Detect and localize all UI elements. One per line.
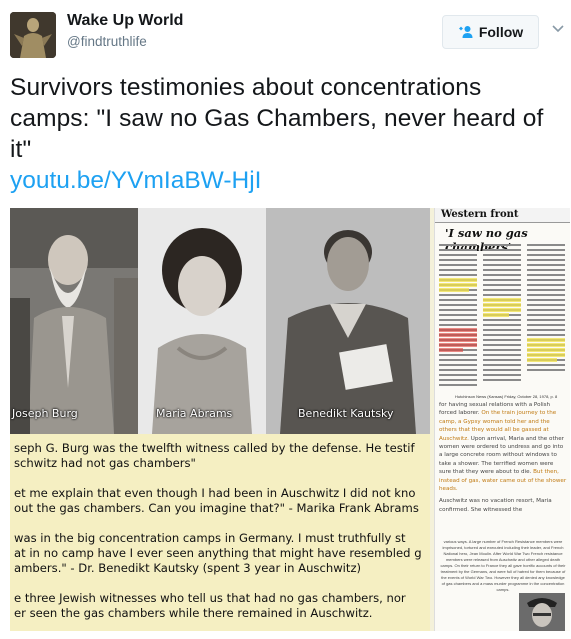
quote-line: e three Jewish witnesses who tell us tha… [14,591,406,606]
add-user-icon [459,26,473,38]
caption-joseph-burg: Joseph Burg [12,407,78,420]
user-handle[interactable]: @findtruthlife [67,34,147,49]
quotes-panel: seph G. Burg was the twelfth witness cal… [10,434,430,631]
follow-button[interactable]: Follow [442,15,539,49]
article-section: Western front [441,209,519,220]
quote-line: seph G. Burg was the twelfth witness cal… [14,441,415,455]
more-options-chevron-icon[interactable] [552,24,564,34]
quote-line: er seen the gas chambers while there rem… [14,605,373,620]
caption-maria-abrams: Maria Abrams [156,407,233,420]
caption-benedikt-kautsky: Benedikt Kautsky [298,407,394,420]
article-header-bar: Western front [435,208,570,223]
quote-line: out the gas chambers. Can you imagine th… [14,500,419,515]
quote-line: schwitz had not gas chambers" [14,455,196,470]
quote-line: at in no camp have I ever seen anything … [14,545,422,560]
newspaper-columns-graphic [439,244,565,386]
article-text: Auschwitz was no vacation resort, Maria … [439,498,552,513]
display-name[interactable]: Wake Up World [67,12,183,30]
avatar[interactable] [10,12,56,58]
photo-benedikt-kautsky: Benedikt Kautsky [266,208,430,434]
article-footnote: various ways. A large number of French R… [440,539,566,592]
quote-line: was in the big concentration camps in Ge… [14,531,406,546]
newspaper-article: Western front 'I saw no gas chambers' Hu… [434,208,570,631]
tweet-link[interactable]: youtu.be/YVmIaBW-HjI [10,165,261,196]
photo-maria-abrams: Maria Abrams [138,208,266,434]
quote-line: et me explain that even though I had bee… [14,486,416,501]
photo-strip: Joseph Burg Maria Abrams Benedikt Kautsk… [10,208,430,434]
follow-label: Follow [478,24,524,40]
tweet-media-image[interactable]: Joseph Burg Maria Abrams Benedikt Kautsk… [10,208,570,631]
tweet-text: Survivors testimonies about concentratio… [10,74,544,163]
tweet-header: Wake Up World @findtruthlife Follow [0,0,571,62]
article-body: for having sexual relations with a Polis… [439,401,567,518]
photo-joseph-burg: Joseph Burg [10,208,138,434]
quote-line: ambers." - Dr. Benedikt Kautsky (spent 3… [14,560,362,575]
article-source: Hutchinson News (Kansas) Friday, October… [455,394,558,399]
article-photo [519,593,565,631]
